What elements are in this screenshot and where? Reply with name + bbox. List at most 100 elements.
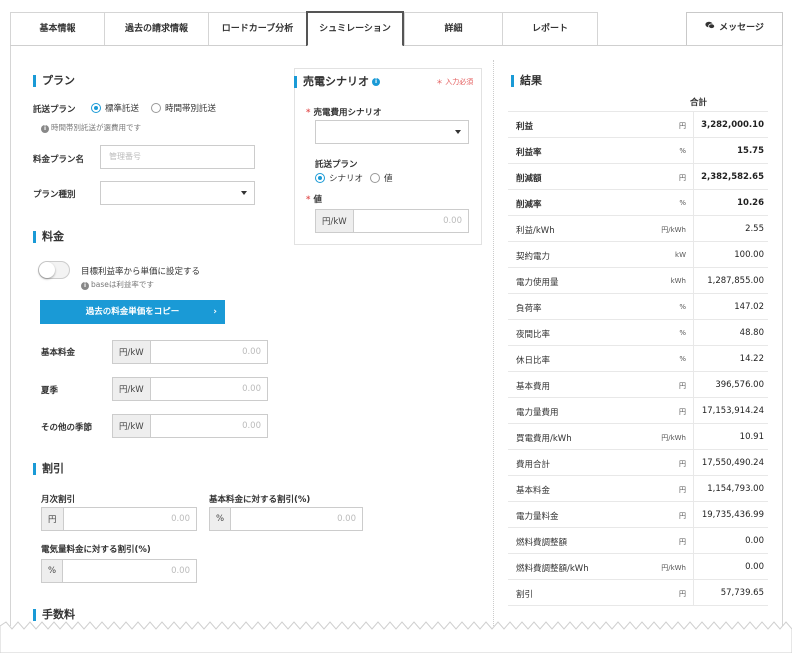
required-note: ＊ 入力必須 xyxy=(436,78,474,86)
result-unit: 円 xyxy=(679,590,686,598)
torn-edge xyxy=(0,621,792,653)
plan-type-select[interactable] xyxy=(100,181,255,205)
result-value: 100.00 xyxy=(734,250,764,260)
result-row: 電力量料金 円 19,735,436.99 xyxy=(508,502,768,528)
toggle-knob xyxy=(39,262,55,278)
required-icon: * xyxy=(306,108,311,118)
result-row: 負荷率% 147.02 xyxy=(508,294,768,320)
unit-label: 円/kW xyxy=(113,415,151,437)
result-value: 17,153,914.24 xyxy=(701,406,764,416)
base-discount-input[interactable]: % 0.00 xyxy=(209,507,363,531)
summer-input[interactable]: 円/kW 0.00 xyxy=(112,377,268,401)
tab-details[interactable]: 詳細 xyxy=(404,12,502,45)
result-name: 電力量料金 xyxy=(516,512,559,522)
result-value: 2,382,582.65 xyxy=(701,172,764,182)
tab-bar: 基本情報 過去の請求情報 ロードカーブ分析 シュミレーション 詳細 レポート メ… xyxy=(10,11,783,47)
result-name: 費用合計 xyxy=(516,460,551,470)
result-row: 利益率% 15.75 xyxy=(508,138,768,164)
base-discount-label: 基本料金に対する割引(%) xyxy=(209,495,311,505)
chat-icon xyxy=(705,13,716,44)
info-icon[interactable]: i xyxy=(372,78,380,86)
result-row: 買電費用/kWh 円/kWh 10.91 xyxy=(508,424,768,450)
result-unit: kWh xyxy=(670,277,686,285)
result-value: 0.00 xyxy=(745,562,764,572)
tab-load-curve[interactable]: ロードカーブ分析 xyxy=(208,12,306,45)
result-unit: 円 xyxy=(679,382,686,390)
plan-type-label: プラン種別 xyxy=(33,190,76,200)
chevron-right-icon: › xyxy=(213,307,217,317)
toggle-note-text: baseは利益率です xyxy=(91,280,154,289)
message-button-label: メッセージ xyxy=(719,23,764,33)
copy-past-prices-button[interactable]: 過去の料金単価をコピー › xyxy=(40,300,225,324)
result-unit: 円 xyxy=(679,174,686,182)
result-unit: % xyxy=(679,355,686,363)
result-row: 基本料金 円 1,154,793.00 xyxy=(508,476,768,502)
radio-value[interactable]: 値 xyxy=(370,172,393,184)
result-name: 負荷率 xyxy=(516,304,542,314)
tab-billing-history[interactable]: 過去の請求情報 xyxy=(104,12,208,45)
result-name: 夜間比率 xyxy=(516,330,551,340)
tab-basic-info[interactable]: 基本情報 xyxy=(10,12,104,45)
result-name: 基本費用 xyxy=(516,382,551,392)
info-icon: i xyxy=(41,125,49,133)
result-row: 利益/kWh 円/kWh 2.55 xyxy=(508,216,768,242)
result-value: 57,739.65 xyxy=(720,588,764,598)
result-row: 休日比率% 14.22 xyxy=(508,346,768,372)
result-value: 0.00 xyxy=(745,536,764,546)
energy-discount-input[interactable]: % 0.00 xyxy=(41,559,197,583)
result-row: 割引 円 57,739.65 xyxy=(508,580,768,606)
unit-label: 円/kW xyxy=(316,210,354,232)
result-name: 燃料費調整額/kWh xyxy=(516,564,589,574)
scenario-title-text: 売電シナリオ xyxy=(303,75,369,88)
result-name: 利益率 xyxy=(516,148,542,158)
message-button[interactable]: メッセージ xyxy=(686,12,783,45)
price-plan-input[interactable]: 管理番号 xyxy=(100,145,255,169)
result-value: 3,282,000.10 xyxy=(701,120,764,130)
required-icon: * xyxy=(306,195,311,205)
target-margin-toggle[interactable] xyxy=(38,261,70,279)
result-value: 14.22 xyxy=(739,354,764,364)
radio-label: 標準託送 xyxy=(105,104,140,114)
result-name: 燃料費調整額 xyxy=(516,538,568,548)
tab-simulation[interactable]: シュミレーション xyxy=(306,11,404,47)
column-divider xyxy=(493,60,494,626)
result-value: 2.55 xyxy=(745,224,764,234)
radio-selected-icon xyxy=(91,103,101,113)
transmission-plan-label: 託送プラン xyxy=(33,105,76,115)
result-name: 電力量費用 xyxy=(516,408,559,418)
result-value: 10.91 xyxy=(739,432,764,442)
scenario-value-input[interactable]: 円/kW 0.00 xyxy=(315,209,469,233)
value-label-text: 値 xyxy=(313,195,322,205)
radio-scenario[interactable]: シナリオ xyxy=(315,172,363,184)
input-value: 0.00 xyxy=(242,421,261,431)
plan-section-title: プラン xyxy=(33,74,75,88)
other-seasons-input[interactable]: 円/kW 0.00 xyxy=(112,414,268,438)
result-unit: 円 xyxy=(679,512,686,520)
transmission-note-text: 時間帯別託送が選費用です xyxy=(51,123,141,132)
result-value: 147.02 xyxy=(734,302,764,312)
unit-label: 円/kW xyxy=(113,378,151,400)
result-unit: 円 xyxy=(679,486,686,494)
radio-time-based-transmission[interactable]: 時間帯別託送 xyxy=(151,102,216,114)
toggle-note: i baseは利益率です xyxy=(81,279,154,290)
result-unit: % xyxy=(679,147,686,155)
result-row: 基本費用 円 396,576.00 xyxy=(508,372,768,398)
result-name: 利益 xyxy=(516,122,534,132)
result-name: 利益/kWh xyxy=(516,226,555,236)
radio-unselected-icon xyxy=(151,103,161,113)
tab-report[interactable]: レポート xyxy=(502,12,598,45)
sales-cost-scenario-select[interactable] xyxy=(315,120,469,144)
results-header: 合計 xyxy=(508,90,768,112)
sales-cost-scenario-text: 売電費用シナリオ xyxy=(313,108,382,118)
unit-label: 円 xyxy=(42,508,64,530)
radio-standard-transmission[interactable]: 標準託送 xyxy=(91,102,139,114)
pricing-section-title: 料金 xyxy=(33,230,64,244)
monthly-discount-input[interactable]: 円 0.00 xyxy=(41,507,197,531)
sales-cost-scenario-label: * 売電費用シナリオ xyxy=(306,106,381,118)
results-section-title: 結果 xyxy=(511,74,542,88)
chevron-down-icon xyxy=(241,191,247,195)
basic-charge-input[interactable]: 円/kW 0.00 xyxy=(112,340,268,364)
result-value: 19,735,436.99 xyxy=(701,510,764,520)
input-value: 0.00 xyxy=(242,384,261,394)
target-margin-toggle-label: 目標利益率から単価に設定する xyxy=(81,267,201,277)
